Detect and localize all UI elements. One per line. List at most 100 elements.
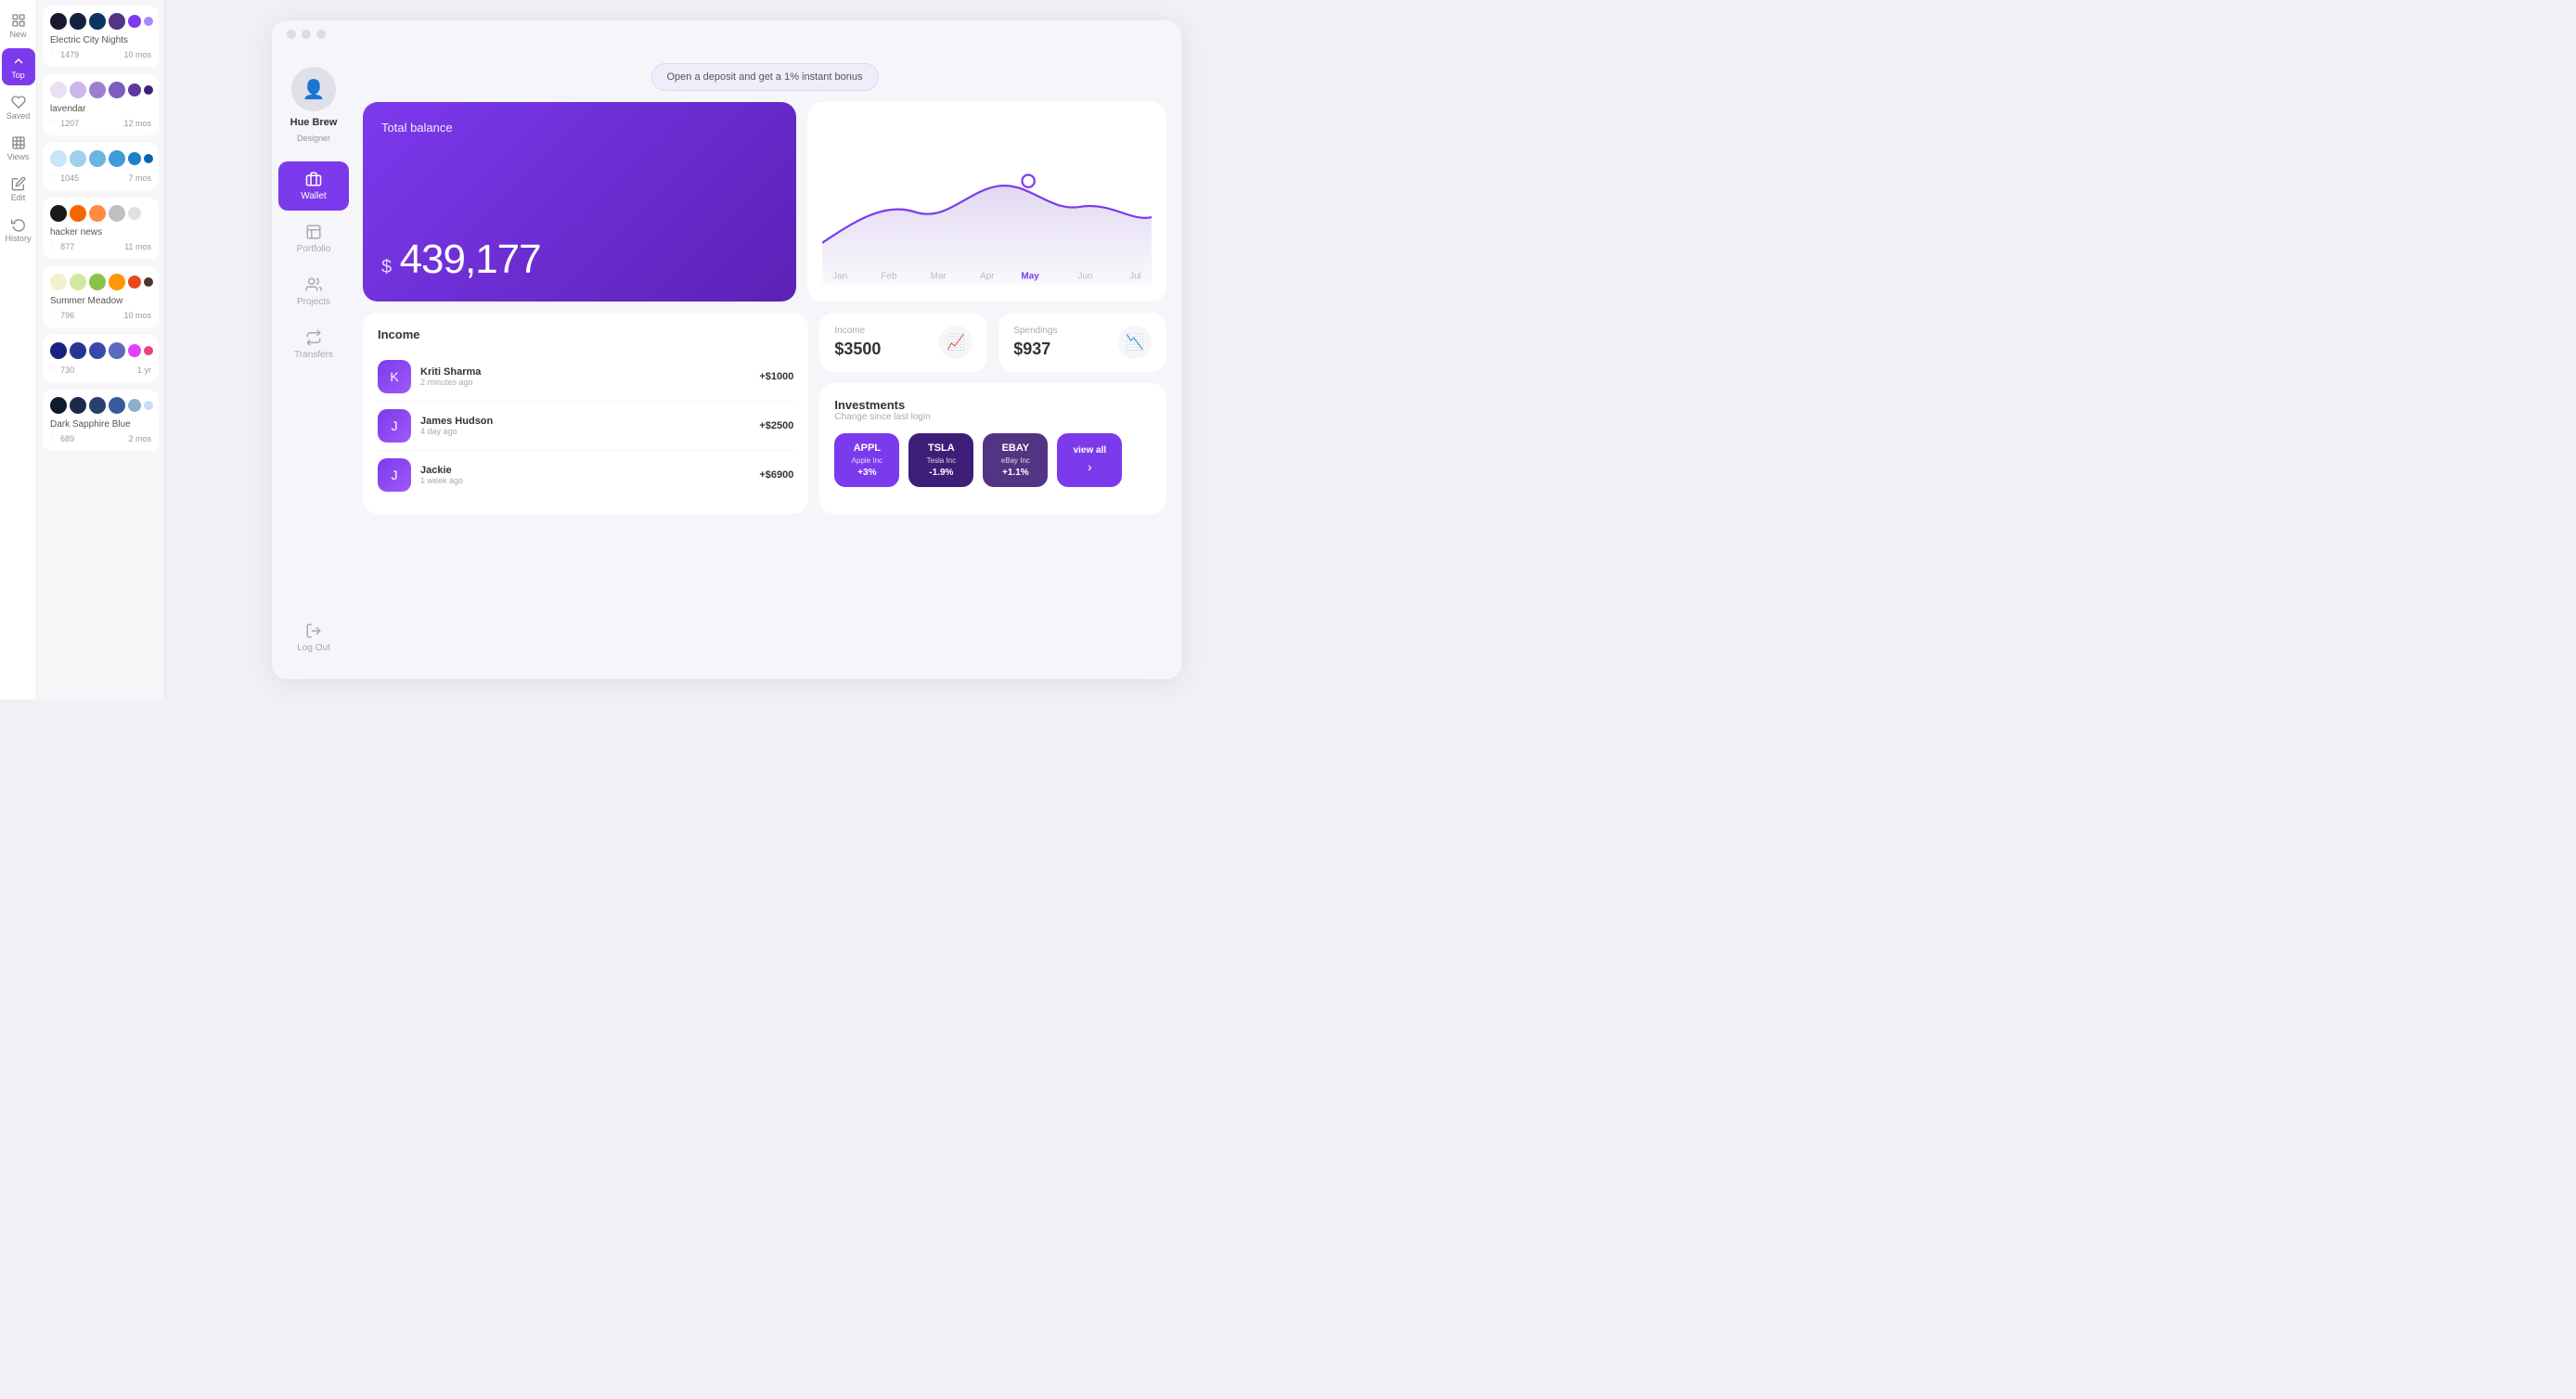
- swatch: [109, 82, 125, 98]
- heart-icon: ♡: [50, 433, 58, 443]
- dash-top-row: Total balance $ 439,177: [363, 102, 1166, 302]
- investments-subtitle: Change since last login: [834, 412, 1152, 422]
- palette-swatches: [50, 205, 151, 222]
- swatch: [50, 13, 67, 30]
- income-card: Income K Kriti Sharma 2 minutes ago +$10…: [363, 313, 808, 514]
- palette-meta: ♡ 1207 12 mos: [50, 118, 151, 128]
- income-info: Kriti Sharma 2 minutes ago: [420, 366, 750, 387]
- palette-swatches: [50, 82, 151, 98]
- investment-ebay: EBAY eBay Inc +1.1%: [983, 433, 1048, 487]
- spendings-summary-card: Spendings $937 📉: [998, 313, 1166, 372]
- dashboard-body: 👤 Hue Brew Designer Wallet Portfolio Pro…: [272, 48, 1181, 679]
- income-item-james: J James Hudson 4 day ago +$2500: [378, 402, 793, 451]
- swatch: [89, 274, 106, 290]
- palette-meta: ♡ 689 2 mos: [50, 433, 151, 443]
- swatch: [50, 205, 67, 222]
- palette-likes: ♡ 1479: [50, 49, 79, 59]
- swatch: [109, 13, 125, 30]
- palette-card-lavendar[interactable]: lavendar ♡ 1207 12 mos: [43, 74, 159, 135]
- dash-content: Open a deposit and get a 1% instant bonu…: [355, 48, 1181, 679]
- inv-name: Tesla Inc: [921, 456, 960, 465]
- palette-swatches: [50, 397, 151, 414]
- income-name: James Hudson: [420, 416, 750, 427]
- income-time: 2 minutes ago: [420, 378, 750, 387]
- swatch: [128, 152, 141, 165]
- investments-title: Investments: [834, 398, 1152, 412]
- logout-button[interactable]: Log Out: [290, 615, 338, 661]
- nav-item-history[interactable]: History: [2, 212, 35, 249]
- summary-value: $937: [1013, 340, 1057, 359]
- swatch: [70, 205, 86, 222]
- profile-role: Designer: [297, 134, 330, 143]
- dash-nav-portfolio[interactable]: Portfolio: [278, 214, 349, 263]
- avatar: 👤: [291, 67, 336, 111]
- inv-change: +3%: [847, 468, 886, 478]
- ticker: TSLA: [921, 443, 960, 454]
- palette-likes: ♡ 1045: [50, 173, 79, 183]
- bonus-banner: Open a deposit and get a 1% instant bonu…: [651, 63, 879, 91]
- palette-card-summer-meadow[interactable]: Summer Meadow ♡ 796 10 mos: [43, 266, 159, 327]
- heart-icon: ♡: [50, 365, 58, 375]
- nav-item-saved[interactable]: Saved: [2, 89, 35, 126]
- view-all-label: view all: [1074, 445, 1107, 456]
- swatch: [50, 150, 67, 167]
- income-item-jackie: J Jackie 1 week ago +$6900: [378, 451, 793, 499]
- dash-nav-transfers[interactable]: Transfers: [278, 320, 349, 369]
- income-title: Income: [378, 327, 793, 341]
- palette-name: Dark Sapphire Blue: [50, 419, 151, 430]
- palette-card-dark-sapphire-blue[interactable]: Dark Sapphire Blue ♡ 689 2 mos: [43, 390, 159, 451]
- swatch: [89, 342, 106, 359]
- palette-name: Summer Meadow: [50, 296, 151, 306]
- chart-card: Jan Feb Mar Apr May Jun Jul: [807, 102, 1166, 302]
- palette-card-hacker-news[interactable]: hacker news ♡ 877 11 mos: [43, 198, 159, 259]
- swatch: [50, 342, 67, 359]
- titlebar-dot-2: [302, 30, 311, 39]
- nav-item-views[interactable]: Views: [2, 130, 35, 167]
- profile-name: Hue Brew: [290, 117, 338, 128]
- swatch: [70, 150, 86, 167]
- swatch: [70, 397, 86, 414]
- palette-meta: ♡ 796 10 mos: [50, 310, 151, 320]
- income-name: Kriti Sharma: [420, 366, 750, 378]
- swatch: [109, 205, 125, 222]
- swatch: [128, 207, 141, 220]
- income-trend-icon: 📈: [939, 326, 972, 359]
- swatch: [144, 154, 153, 163]
- dash-nav-wallet[interactable]: Wallet: [278, 161, 349, 211]
- income-item-kriti: K Kriti Sharma 2 minutes ago +$1000: [378, 353, 793, 402]
- nav-item-new[interactable]: New: [2, 7, 35, 45]
- heart-icon: ♡: [50, 49, 58, 59]
- svg-text:Feb: Feb: [881, 272, 897, 282]
- palette-card-electric-city-nights[interactable]: Electric City Nights ♡ 1479 10 mos: [43, 6, 159, 67]
- swatch: [109, 342, 125, 359]
- nav-item-top[interactable]: Top: [2, 48, 35, 85]
- balance-card: Total balance $ 439,177: [363, 102, 796, 302]
- palette-likes: ♡ 689: [50, 433, 74, 443]
- summary-info: Spendings $937: [1013, 326, 1057, 359]
- swatch: [144, 85, 153, 95]
- nav-item-edit[interactable]: Edit: [2, 171, 35, 208]
- swatch: [89, 205, 106, 222]
- inv-name: Apple Inc: [847, 456, 886, 465]
- arrow-right-icon: ›: [1088, 459, 1092, 474]
- summary-row: Income $3500 📈 Spendings $937 📉: [819, 313, 1166, 372]
- palette-card-blue[interactable]: ♡ 1045 7 mos: [43, 143, 159, 190]
- view-all-button[interactable]: view all ›: [1057, 433, 1122, 487]
- summary-label: Spendings: [1013, 326, 1057, 336]
- heart-icon: ♡: [50, 310, 58, 320]
- svg-text:Jun: Jun: [1077, 272, 1092, 282]
- svg-text:Jan: Jan: [832, 272, 847, 282]
- investments-items: APPL Apple Inc +3% TSLA Tesla Inc -1.9%: [834, 433, 1152, 487]
- inv-change: +1.1%: [996, 468, 1035, 478]
- dash-nav: 👤 Hue Brew Designer Wallet Portfolio Pro…: [272, 48, 355, 679]
- summary-info: Income $3500: [834, 326, 881, 359]
- swatch: [50, 82, 67, 98]
- window-titlebar: [272, 20, 1181, 48]
- dash-nav-projects[interactable]: Projects: [278, 267, 349, 316]
- income-time: 4 day ago: [420, 427, 750, 436]
- palette-card-purplepink[interactable]: ♡ 730 1 yr: [43, 335, 159, 382]
- income-amount: +$2500: [759, 420, 793, 431]
- palette-name: hacker news: [50, 227, 151, 237]
- balance-amount: 439,177: [400, 237, 541, 282]
- swatch: [128, 276, 141, 289]
